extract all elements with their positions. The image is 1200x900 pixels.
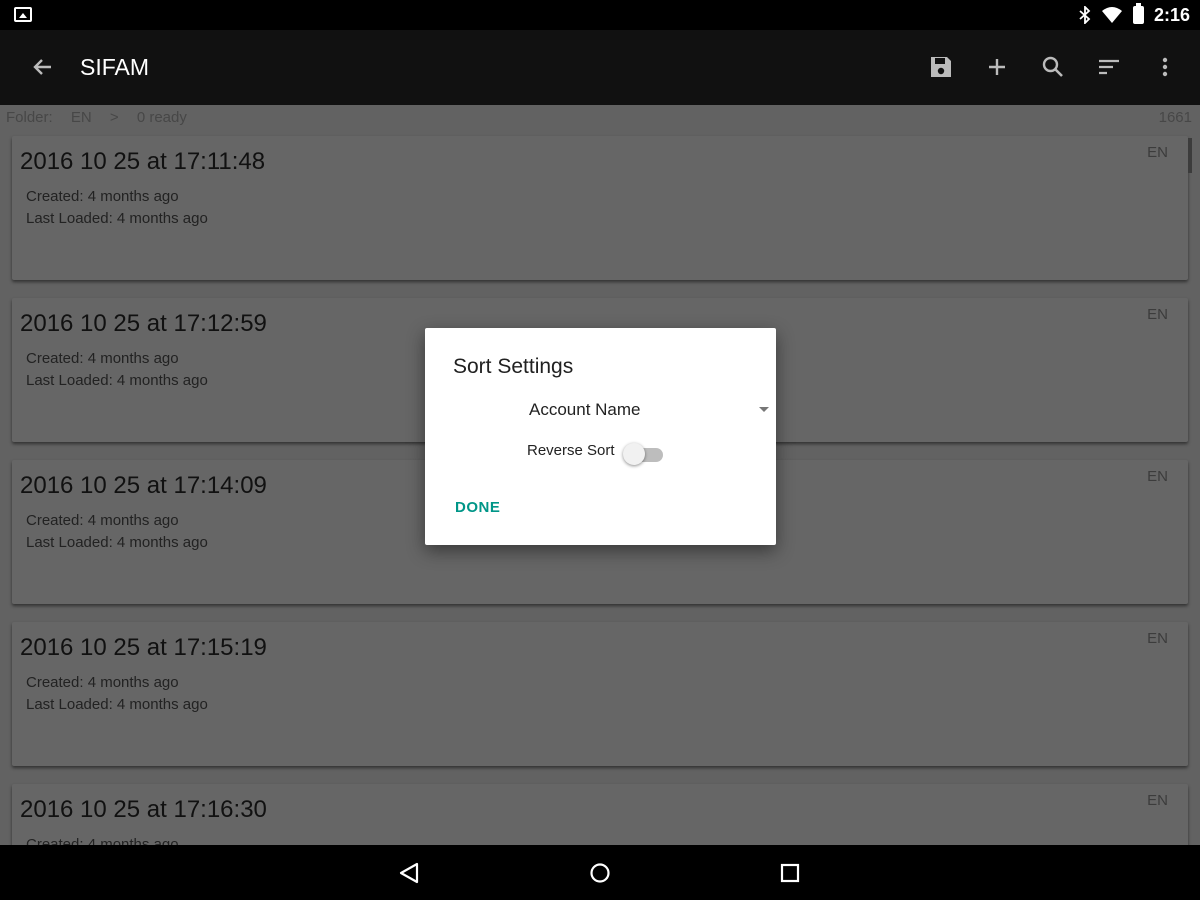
- folder-label: Folder:: [6, 109, 53, 126]
- nav-recents-button[interactable]: [776, 859, 804, 887]
- folder-child[interactable]: 0 ready: [137, 109, 187, 126]
- card-language: EN: [1147, 630, 1168, 647]
- folder-separator: >: [109, 109, 119, 126]
- overflow-menu-icon: [1162, 57, 1168, 77]
- card-last-loaded: Last Loaded: 4 months ago: [26, 210, 208, 227]
- bluetooth-icon: [1079, 6, 1091, 24]
- card-last-loaded: Last Loaded: 4 months ago: [26, 372, 208, 389]
- status-bar: 2:16: [0, 0, 1200, 30]
- dropdown-arrow-icon[interactable]: [759, 407, 769, 412]
- search-icon: [1042, 56, 1063, 77]
- back-triangle-icon: [399, 862, 419, 884]
- overflow-menu-button[interactable]: [1150, 52, 1180, 82]
- card-created: Created: 4 months ago: [26, 512, 179, 529]
- app-title: SIFAM: [80, 54, 150, 80]
- card-language: EN: [1147, 792, 1168, 809]
- sort-field-dropdown[interactable]: Account Name: [529, 400, 641, 420]
- recents-square-icon: [780, 863, 800, 883]
- action-bar: SIFAM: [0, 30, 1200, 105]
- action-bar-actions: [926, 52, 1180, 82]
- card-last-loaded: Last Loaded: 4 months ago: [26, 696, 208, 713]
- dialog-title: Sort Settings: [453, 355, 574, 378]
- reverse-sort-label: Reverse Sort: [527, 442, 615, 459]
- clock-time: 2:16: [1153, 4, 1190, 25]
- reverse-sort-toggle[interactable]: [623, 443, 665, 465]
- card-language: EN: [1147, 468, 1168, 485]
- card-title: 2016 10 25 at 17:16:30: [20, 796, 267, 823]
- home-circle-icon: [590, 863, 610, 883]
- card-created: Created: 4 months ago: [26, 188, 179, 205]
- card-title: 2016 10 25 at 17:11:48: [20, 148, 266, 175]
- card-title: 2016 10 25 at 17:14:09: [20, 472, 267, 499]
- battery-icon: [1132, 3, 1144, 24]
- card-language: EN: [1147, 144, 1168, 161]
- add-icon: [989, 59, 1005, 75]
- done-button[interactable]: DONE: [455, 499, 500, 516]
- list-card[interactable]: 2016 10 25 at 17:11:48 Created: 4 months…: [12, 136, 1188, 280]
- card-last-loaded: Last Loaded: 4 months ago: [26, 534, 208, 551]
- search-button[interactable]: [1038, 52, 1068, 82]
- card-language: EN: [1147, 306, 1168, 323]
- card-created: Created: 4 months ago: [26, 674, 179, 691]
- save-icon: [931, 57, 951, 77]
- wifi-icon: [1101, 7, 1122, 23]
- save-button[interactable]: [926, 52, 956, 82]
- navigation-bar: [0, 845, 1200, 900]
- sort-button[interactable]: [1094, 52, 1124, 82]
- back-button[interactable]: [28, 52, 58, 82]
- back-arrow-icon: [33, 59, 51, 75]
- sort-icon: [1099, 59, 1119, 75]
- card-created: Created: 4 months ago: [26, 836, 179, 845]
- list-card[interactable]: 2016 10 25 at 17:15:19 Created: 4 months…: [12, 622, 1188, 766]
- add-button[interactable]: [982, 52, 1012, 82]
- status-icons: 2:16: [1079, 3, 1190, 26]
- item-count: 1661: [1158, 109, 1192, 126]
- image-notification-icon: [14, 7, 32, 22]
- folder-breadcrumb: Folder: EN > 0 ready: [6, 109, 201, 126]
- card-created: Created: 4 months ago: [26, 350, 179, 367]
- toggle-thumb: [623, 443, 645, 465]
- sort-settings-dialog: Sort Settings Account Name Reverse Sort …: [425, 328, 776, 545]
- scrollbar[interactable]: [1188, 138, 1192, 173]
- card-title: 2016 10 25 at 17:12:59: [20, 310, 267, 337]
- list-card[interactable]: 2016 10 25 at 17:16:30 Created: 4 months…: [12, 784, 1188, 845]
- folder-root[interactable]: EN: [71, 109, 92, 126]
- nav-home-button[interactable]: [586, 859, 614, 887]
- nav-back-button[interactable]: [396, 859, 424, 887]
- card-title: 2016 10 25 at 17:15:19: [20, 634, 267, 661]
